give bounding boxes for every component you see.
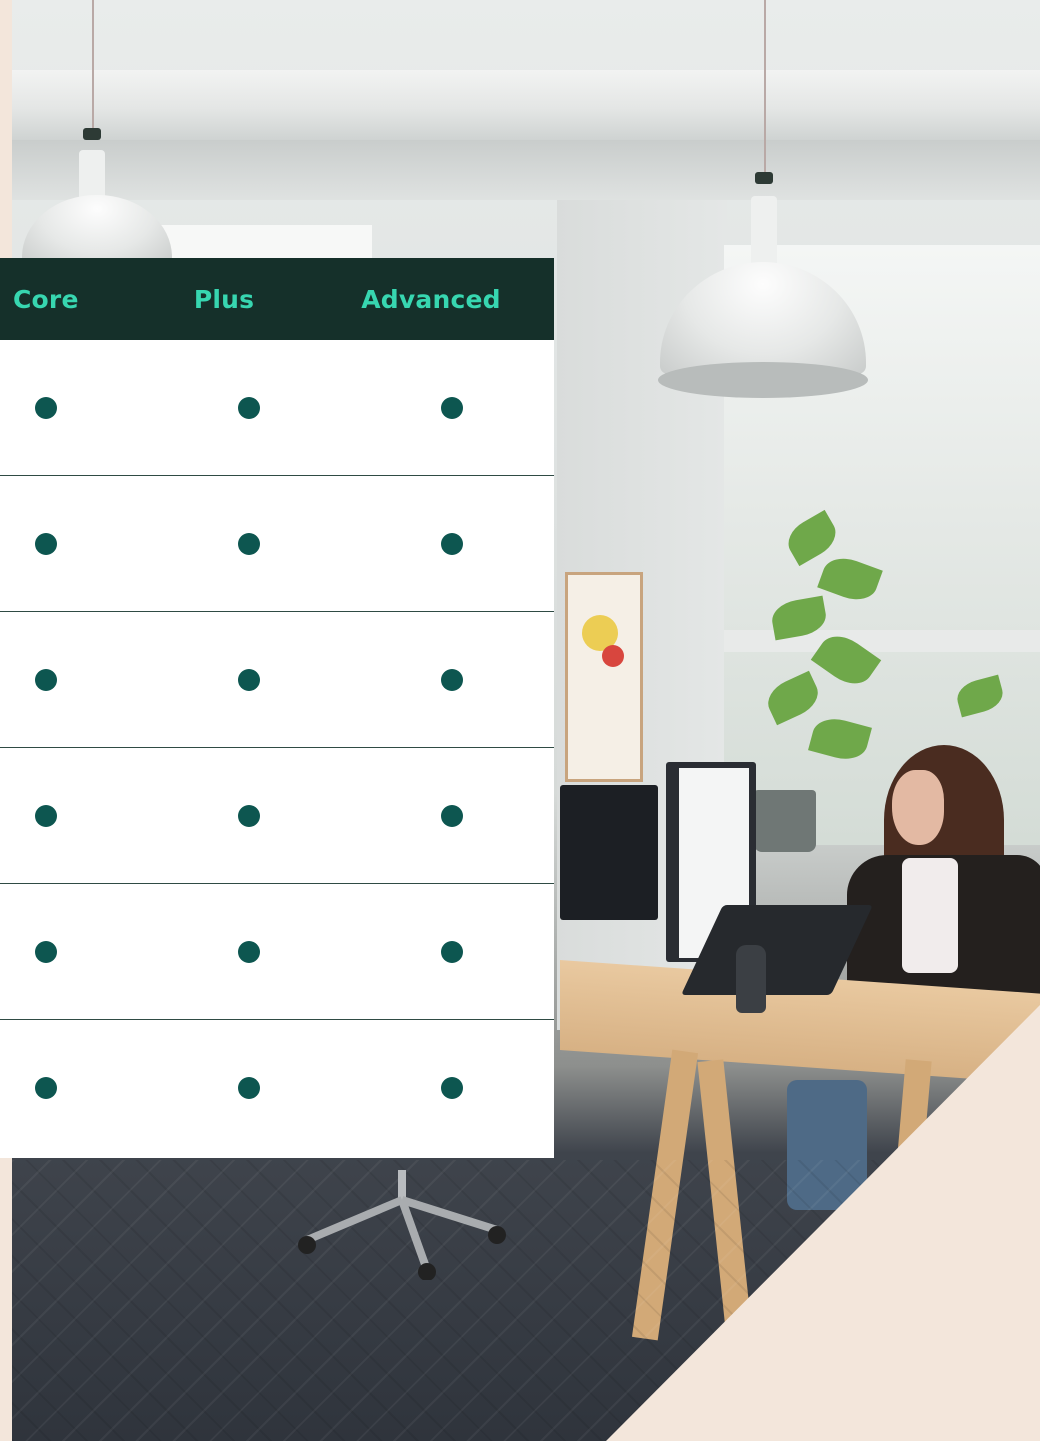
included-advanced-icon [441, 533, 463, 555]
lamp-neck-right [751, 196, 777, 266]
plan-comparison-table: Core Plus Advanced [0, 258, 554, 1158]
ceiling-beam [12, 70, 1040, 140]
lamp-cap-right [755, 172, 773, 184]
included-plus-icon [238, 805, 260, 827]
person-shirt [902, 858, 958, 973]
included-plus-icon [238, 669, 260, 691]
plan-table-header: Core Plus Advanced [0, 258, 554, 340]
table-row [0, 476, 554, 612]
included-core-icon [35, 941, 57, 963]
included-core-icon [35, 805, 57, 827]
table-row [0, 612, 554, 748]
table-row [0, 748, 554, 884]
included-plus-icon [238, 1077, 260, 1099]
included-core-icon [35, 397, 57, 419]
floor [12, 1160, 1040, 1441]
wall-art [565, 572, 643, 782]
included-core-icon [35, 669, 57, 691]
column-header-plus: Plus [193, 284, 255, 314]
included-advanced-icon [441, 805, 463, 827]
included-advanced-icon [441, 941, 463, 963]
table-row [0, 884, 554, 1020]
included-plus-icon [238, 941, 260, 963]
office-chair-base [298, 1170, 506, 1280]
included-advanced-icon [441, 397, 463, 419]
lamp-cord-right [764, 0, 766, 180]
person-face [892, 770, 944, 845]
included-plus-icon [238, 533, 260, 555]
table-row [0, 1020, 554, 1156]
lamp-cap-left [83, 128, 101, 140]
monitor-left [560, 785, 658, 920]
included-plus-icon [238, 397, 260, 419]
art-red-circle [602, 645, 624, 667]
column-header-core: Core [13, 284, 79, 314]
plan-table-body [0, 340, 554, 1156]
pendant-lamp-left [22, 195, 172, 265]
plant-pot [754, 790, 816, 852]
lamp-neck-left [79, 150, 105, 198]
included-core-icon [35, 533, 57, 555]
column-header-advanced: Advanced [361, 284, 501, 314]
included-core-icon [35, 1077, 57, 1099]
window-mullion [724, 630, 1040, 652]
ceiling-shadow [12, 140, 1040, 200]
lamp-rim-right [658, 362, 868, 398]
smart-speaker [736, 945, 766, 1013]
lamp-cord-left [92, 0, 94, 130]
included-advanced-icon [441, 669, 463, 691]
included-advanced-icon [441, 1077, 463, 1099]
table-row [0, 340, 554, 476]
